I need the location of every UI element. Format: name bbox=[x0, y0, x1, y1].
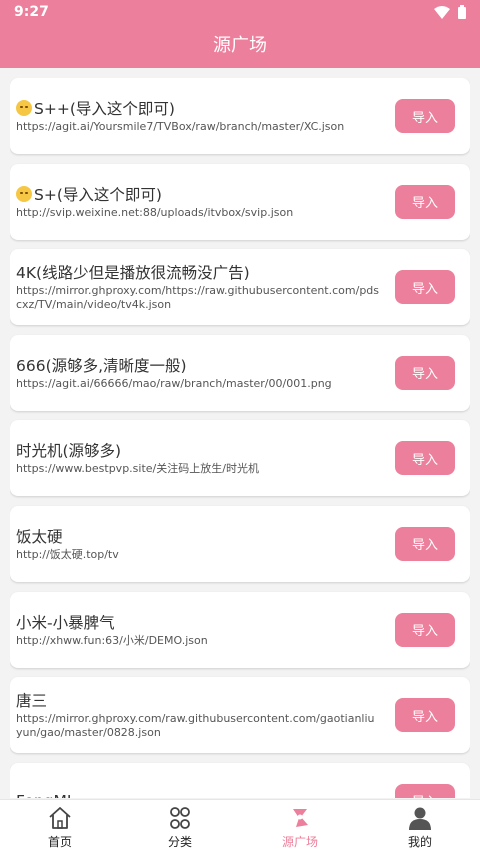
source-card: 4K(线路少但是播放很流畅没广告) https://mirror.ghproxy.… bbox=[10, 249, 470, 326]
nav-label: 首页 bbox=[47, 835, 72, 849]
nav-item[interactable]: 分类 bbox=[120, 800, 240, 856]
battery-icon bbox=[458, 5, 466, 19]
nav-item[interactable]: 首页 bbox=[0, 800, 120, 856]
source-title: 唐三 bbox=[16, 692, 48, 711]
source-url: https://mirror.ghproxy.com/raw.githubuse… bbox=[16, 712, 375, 740]
source-card: 时光机(源够多) https://www.bestpvp.site/关注码上放生/… bbox=[10, 420, 470, 497]
source-url: https://mirror.ghproxy.com/https://raw.g… bbox=[16, 284, 380, 312]
category-icon bbox=[167, 805, 193, 831]
source-title: 饭太硬 bbox=[16, 527, 63, 546]
bottom-nav: 首页 分类 源广场 我的 bbox=[0, 799, 480, 856]
emoji-face-icon bbox=[16, 100, 32, 116]
status-time: 9:27 bbox=[14, 4, 49, 20]
source-card: 唐三 https://mirror.ghproxy.com/raw.githubu… bbox=[10, 677, 470, 754]
source-card: 666(源够多,清晰度一般) https://agit.ai/66666/mao/… bbox=[10, 334, 470, 411]
app-bar: 源广场 bbox=[0, 24, 480, 68]
profile-icon bbox=[407, 805, 433, 831]
import-button[interactable]: 导入 bbox=[395, 783, 455, 798]
import-button[interactable]: 导入 bbox=[395, 698, 455, 733]
source-square-icon bbox=[287, 805, 313, 831]
source-card: S++(导入这个即可) https://agit.ai/Yoursmile7/TV… bbox=[10, 78, 470, 154]
source-url: https://agit.ai/Yoursmile7/TVBox/raw/bra… bbox=[16, 120, 345, 133]
emoji-face-icon bbox=[16, 185, 32, 202]
import-button[interactable]: 导入 bbox=[395, 441, 455, 476]
source-card: S+(导入这个即可) http://svip.weixine.net:88/upl… bbox=[10, 163, 470, 240]
nav-label: 源广场 bbox=[281, 835, 318, 849]
nav-item[interactable]: 我的 bbox=[360, 800, 480, 856]
import-button[interactable]: 导入 bbox=[395, 355, 455, 390]
import-button[interactable]: 导入 bbox=[395, 612, 455, 647]
home-icon bbox=[47, 805, 73, 831]
source-title: S++(导入这个即可) bbox=[16, 98, 380, 120]
source-title: 4K(线路少但是播放很流畅没广告) bbox=[16, 264, 250, 283]
page-title: 源广场 bbox=[213, 35, 267, 56]
source-card: FongMI 导入 bbox=[10, 762, 470, 798]
source-title: 小米-小暴脾气 bbox=[16, 613, 115, 632]
nav-label: 我的 bbox=[407, 835, 432, 849]
source-card: 小米-小暴脾气 http://xhww.fun:63/小米/DEMO.json 导入 bbox=[10, 591, 470, 668]
source-title: 时光机(源够多) bbox=[16, 442, 122, 461]
nav-label: 分类 bbox=[167, 835, 192, 849]
wifi-icon bbox=[434, 5, 450, 19]
source-title: 666(源够多,清晰度一般) bbox=[16, 356, 187, 375]
source-title: S+(导入这个即可) bbox=[16, 184, 380, 206]
source-url: http://饭太硬.top/tv bbox=[16, 547, 119, 561]
source-card: 饭太硬 http://饭太硬.top/tv 导入 bbox=[10, 505, 470, 582]
source-url: https://www.bestpvp.site/关注码上放生/时光机 bbox=[16, 462, 259, 476]
import-button[interactable]: 导入 bbox=[395, 526, 455, 561]
source-url: http://xhww.fun:63/小米/DEMO.json bbox=[16, 633, 208, 647]
import-button[interactable]: 导入 bbox=[395, 184, 455, 219]
import-button[interactable]: 导入 bbox=[395, 270, 455, 305]
source-list[interactable]: S++(导入这个即可) https://agit.ai/Yoursmile7/TV… bbox=[10, 78, 470, 798]
nav-item[interactable]: 源广场 bbox=[240, 800, 360, 856]
import-button[interactable]: 导入 bbox=[395, 99, 455, 133]
status-bar: 9:27 bbox=[0, 0, 480, 24]
source-url: https://agit.ai/66666/mao/raw/branch/mas… bbox=[16, 376, 332, 390]
source-title: FongMI bbox=[16, 790, 380, 798]
source-url: http://svip.weixine.net:88/uploads/itvbo… bbox=[16, 205, 294, 219]
